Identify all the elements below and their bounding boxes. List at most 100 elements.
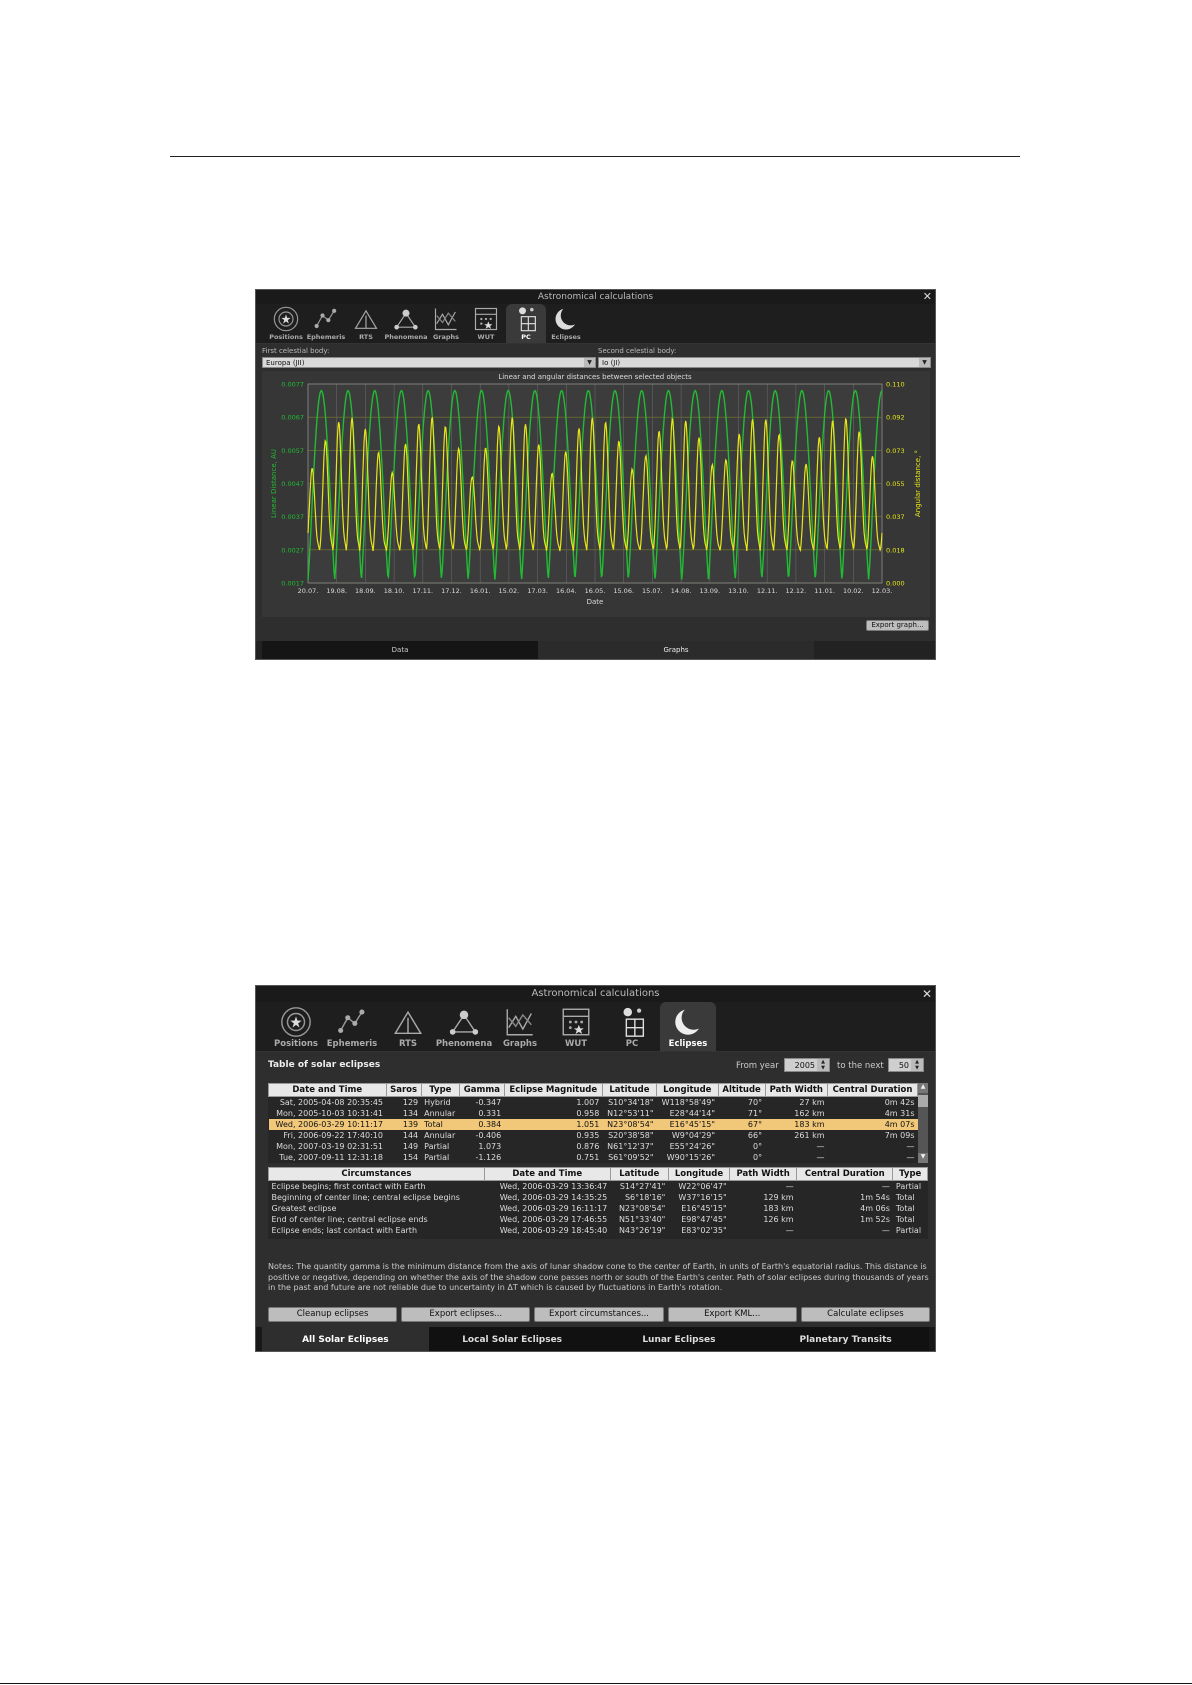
to-next-value: 50 bbox=[898, 1061, 909, 1070]
table-row[interactable]: Sat, 2005-04-08 20:35:45 129 Hybrid -0.347 1… bbox=[269, 1097, 918, 1109]
tab-bar: Positions Ephemeris RTS Phenomena Graphs WUT P… bbox=[256, 1002, 935, 1052]
chevron-down-icon[interactable]: ▼ bbox=[919, 358, 930, 367]
close-icon[interactable]: ✕ bbox=[923, 290, 932, 304]
pc-icon bbox=[519, 307, 536, 332]
table-row[interactable]: Eclipse ends; last contact with Earth Wed… bbox=[269, 1225, 928, 1236]
column-header[interactable]: Path Width bbox=[729, 1167, 798, 1181]
table-scrollbar[interactable]: ▲ ▼ bbox=[918, 1083, 928, 1163]
table-row[interactable]: Greatest eclipse Wed, 2006-03-29 16:11:17… bbox=[269, 1203, 928, 1214]
tab-ephemeris[interactable]: Ephemeris bbox=[324, 1002, 380, 1051]
table-cell: Wed, 2006-03-29 14:35:25 bbox=[499, 1193, 608, 1202]
table-row[interactable]: Beginning of center line; central eclips… bbox=[269, 1192, 928, 1203]
export-circumstances-button[interactable]: Export circumstances... bbox=[534, 1307, 664, 1322]
window-title-bar[interactable]: Astronomical calculations ✕ bbox=[256, 986, 935, 1002]
table-row[interactable]: Tue, 2007-09-11 12:31:18 154 Partial -1.126… bbox=[269, 1152, 918, 1163]
column-header[interactable]: Date and Time bbox=[268, 1083, 387, 1097]
table-row[interactable]: Wed, 2006-03-29 10:11:17 139 Total 0.384 1.0… bbox=[268, 1119, 918, 1130]
column-header[interactable]: Altitude bbox=[717, 1083, 766, 1097]
table-row[interactable]: Eclipse begins; first contact with Earth… bbox=[269, 1181, 928, 1193]
tab-eclipses[interactable]: Eclipses bbox=[546, 304, 586, 343]
tab-phenomena[interactable]: Phenomena bbox=[436, 1002, 492, 1051]
tab-graphs[interactable]: Graphs bbox=[426, 304, 466, 343]
table-row[interactable]: Fri, 2006-09-22 17:40:10 144 Annular -0.406… bbox=[269, 1130, 918, 1141]
second-body-select[interactable]: Io (JI) ▼ bbox=[598, 357, 931, 368]
tab-phenomena[interactable]: Phenomena bbox=[384, 304, 428, 343]
table-cell: Total bbox=[895, 1215, 915, 1224]
column-header[interactable]: Gamma bbox=[459, 1083, 505, 1097]
first-body-value: Europa (JII) bbox=[266, 359, 305, 367]
table-cell: 27 km bbox=[799, 1098, 825, 1107]
table-row[interactable]: Mon, 2005-10-03 10:31:41 134 Annular 0.331 0… bbox=[269, 1108, 918, 1119]
column-header[interactable]: Longitude bbox=[667, 1167, 731, 1181]
tab-rts[interactable]: RTS bbox=[380, 1002, 436, 1051]
circumstances-table-header: Circumstances Date and Time Latitude Longit… bbox=[268, 1167, 928, 1181]
column-header[interactable]: Type bbox=[420, 1083, 461, 1097]
tab-pc[interactable]: PC bbox=[506, 304, 546, 343]
column-header[interactable]: Circumstances bbox=[268, 1167, 485, 1181]
table-cell: Eclipse ends; last contact with Earth bbox=[271, 1226, 418, 1235]
tab-positions[interactable]: Positions bbox=[266, 304, 306, 343]
scroll-thumb[interactable] bbox=[918, 1095, 928, 1107]
column-header[interactable]: Latitude bbox=[601, 1083, 658, 1097]
from-year-spinbox[interactable]: 2005 ▲ ▼ bbox=[784, 1058, 830, 1072]
tab-pc[interactable]: PC bbox=[604, 1002, 660, 1051]
column-header[interactable]: Type bbox=[892, 1167, 928, 1181]
table-cell: E98°47'45" bbox=[681, 1215, 727, 1224]
phenomena-icon bbox=[449, 1010, 479, 1035]
column-header[interactable]: Latitude bbox=[609, 1167, 669, 1181]
export-eclipses-button[interactable]: Export eclipses... bbox=[401, 1307, 531, 1322]
column-header[interactable]: Central Duration bbox=[827, 1083, 918, 1097]
circumstances-table-wrap: Circumstances Date and Time Latitude Longit… bbox=[268, 1167, 928, 1239]
y-tick-label: 0.0057 bbox=[281, 447, 304, 455]
calculate-eclipses-button[interactable]: Calculate eclipses bbox=[800, 1307, 931, 1322]
table-cell: — bbox=[816, 1153, 825, 1162]
tab-wut[interactable]: WUT bbox=[548, 1002, 604, 1051]
table-cell: 149 bbox=[402, 1142, 419, 1151]
tab-local-solar-eclipses[interactable]: Local Solar Eclipses bbox=[428, 1327, 596, 1351]
column-header[interactable]: Central Duration bbox=[796, 1167, 894, 1181]
table-cell: Wed, 2006-03-29 16:11:17 bbox=[499, 1204, 608, 1213]
chevron-down-icon[interactable]: ▼ bbox=[584, 358, 595, 367]
spin-arrows-icon[interactable]: ▲ ▼ bbox=[817, 1059, 829, 1071]
tab-positions[interactable]: Positions bbox=[268, 1002, 324, 1051]
scroll-down-icon[interactable]: ▼ bbox=[918, 1153, 928, 1163]
chart-title: Linear and angular distances between sel… bbox=[498, 373, 692, 381]
eclipse-table-header: Date and Time Saros Type Gamma Eclipse Magni… bbox=[268, 1083, 918, 1097]
export-kml-button[interactable]: Export KML... bbox=[667, 1307, 797, 1322]
table-cell: Eclipse begins; first contact with Earth bbox=[271, 1182, 426, 1191]
spin-arrows-icon[interactable]: ▲ ▼ bbox=[911, 1059, 923, 1071]
tab-lunar-eclipses[interactable]: Lunar Eclipses bbox=[595, 1327, 763, 1351]
table-cell: 1.051 bbox=[504, 1119, 603, 1130]
tab-graphs[interactable]: Graphs bbox=[538, 641, 814, 659]
ephemeris-icon bbox=[314, 308, 337, 329]
column-header[interactable]: Saros bbox=[385, 1083, 422, 1097]
column-header[interactable]: Longitude bbox=[656, 1083, 719, 1097]
x-tick-label: 13.10. bbox=[728, 587, 749, 595]
table-cell: 0.876 bbox=[576, 1142, 600, 1151]
column-header[interactable]: Path Width bbox=[764, 1083, 829, 1097]
tab-label: Eclipses bbox=[668, 1039, 708, 1049]
tab-planetary-transits[interactable]: Planetary Transits bbox=[762, 1327, 929, 1351]
tab-all-solar-eclipses[interactable]: All Solar Eclipses bbox=[262, 1327, 429, 1351]
tab-ephemeris[interactable]: Ephemeris bbox=[306, 304, 346, 343]
first-body-select[interactable]: Europa (JII) ▼ bbox=[262, 357, 596, 368]
cleanup-eclipses-button[interactable]: Cleanup eclipses bbox=[268, 1307, 398, 1322]
window-title-bar[interactable]: Astronomical calculations ✕ bbox=[256, 290, 935, 304]
tab-label: Phenomena bbox=[384, 333, 428, 341]
scroll-up-icon[interactable]: ▲ bbox=[918, 1083, 928, 1093]
column-header[interactable]: Eclipse Magnitude bbox=[503, 1083, 603, 1097]
tab-rts[interactable]: RTS bbox=[346, 304, 386, 343]
column-header[interactable]: Date and Time bbox=[483, 1167, 611, 1181]
close-icon[interactable]: ✕ bbox=[922, 986, 932, 1002]
table-row[interactable]: End of center line; central eclipse ends… bbox=[269, 1214, 928, 1225]
table-row[interactable]: Mon, 2007-03-19 02:31:51 149 Partial 1.073 0… bbox=[269, 1141, 918, 1152]
tab-data[interactable]: Data bbox=[262, 641, 538, 659]
second-body-label: Second celestial body: bbox=[598, 347, 677, 355]
tab-graphs[interactable]: Graphs bbox=[492, 1002, 548, 1051]
export-graph-button[interactable]: Export graph... bbox=[866, 620, 929, 631]
tab-wut[interactable]: WUT bbox=[466, 304, 506, 343]
astro-calc-window-pc: Astronomical calculations ✕ Positions Eph… bbox=[255, 289, 936, 660]
tab-eclipses[interactable]: Eclipses bbox=[660, 1002, 716, 1051]
page-footer-rule bbox=[0, 1683, 1192, 1684]
to-next-spinbox[interactable]: 50 ▲ ▼ bbox=[888, 1058, 924, 1072]
